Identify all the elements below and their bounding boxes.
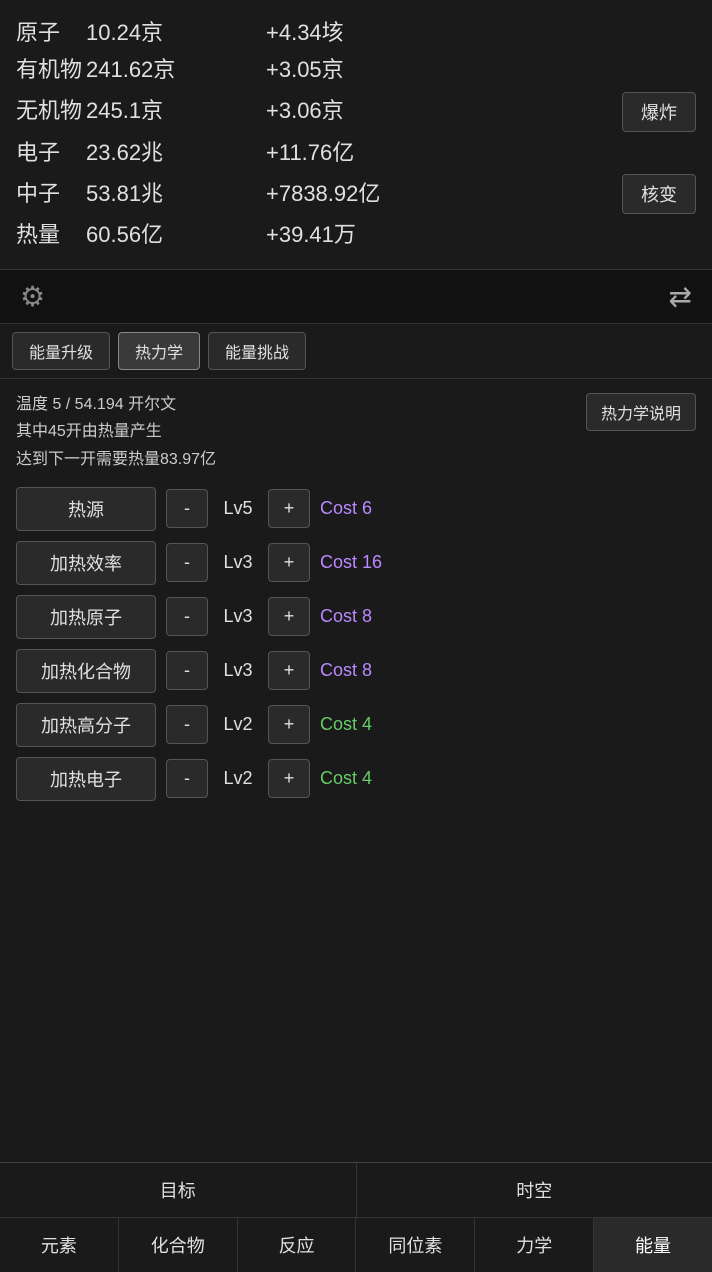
bottom-nav-row2: 元素化合物反应同位素力学能量 <box>0 1218 712 1272</box>
upgrade-name-btn-3[interactable]: 加热化合物 <box>16 649 156 693</box>
upgrade-level-1: Lv3 <box>218 552 258 573</box>
stats-rate-4: +7838.92亿 <box>266 179 426 210</box>
upgrade-level-3: Lv3 <box>218 660 258 681</box>
upgrade-name-btn-0[interactable]: 热源 <box>16 487 156 531</box>
stats-rate-5: +39.41万 <box>266 220 426 251</box>
upgrade-plus-btn-0[interactable]: + <box>268 489 310 528</box>
stats-label-0: 原子 <box>16 18 86 49</box>
temp-text: 温度 5 / 54.194 开尔文 其中45开由热量产生 达到下一开需要热量83… <box>16 391 586 473</box>
upgrade-list: 热源-Lv5+Cost 6加热效率-Lv3+Cost 16加热原子-Lv3+Co… <box>16 487 696 801</box>
stats-section: 原子10.24京+4.34垓有机物241.62京+3.05京无机物245.1京+… <box>0 0 712 269</box>
tab-1[interactable]: 热力学 <box>118 332 200 370</box>
upgrade-plus-btn-5[interactable]: + <box>268 759 310 798</box>
stats-rate-0: +4.34垓 <box>266 18 426 49</box>
stats-btn-核变[interactable]: 核变 <box>622 174 696 214</box>
stats-label-5: 热量 <box>16 220 86 251</box>
tab-bar: 能量升级热力学能量挑战 <box>0 324 712 379</box>
stats-label-4: 中子 <box>16 179 86 210</box>
explain-button[interactable]: 热力学说明 <box>586 393 696 431</box>
bottom-nav2-btn-3[interactable]: 同位素 <box>356 1218 475 1272</box>
upgrade-row-5: 加热电子-Lv2 + Cost 4 <box>16 757 696 801</box>
stats-row-1: 有机物241.62京+3.05京 <box>16 55 696 86</box>
upgrade-minus-btn-5[interactable]: - <box>166 759 208 798</box>
upgrade-plus-btn-3[interactable]: + <box>268 651 310 690</box>
bottom-nav1-btn-1[interactable]: 时空 <box>357 1163 712 1217</box>
stats-rate-2: +3.06京 <box>266 96 426 127</box>
upgrade-minus-btn-4[interactable]: - <box>166 705 208 744</box>
stats-row-5: 热量60.56亿+39.41万 <box>16 220 696 251</box>
upgrade-cost-1: Cost 16 <box>320 552 382 573</box>
stats-row-0: 原子10.24京+4.34垓 <box>16 18 696 49</box>
stats-rate-1: +3.05京 <box>266 55 426 86</box>
stats-value-2: 245.1京 <box>86 96 266 127</box>
upgrade-row-0: 热源-Lv5 + Cost 6 <box>16 487 696 531</box>
stats-label-1: 有机物 <box>16 55 86 86</box>
content-area: 温度 5 / 54.194 开尔文 其中45开由热量产生 达到下一开需要热量83… <box>0 379 712 813</box>
bottom-nav2-btn-0[interactable]: 元素 <box>0 1218 119 1272</box>
upgrade-minus-btn-3[interactable]: - <box>166 651 208 690</box>
stats-value-4: 53.81兆 <box>86 179 266 210</box>
stats-label-3: 电子 <box>16 138 86 169</box>
temp-line1: 温度 5 / 54.194 开尔文 <box>16 391 586 418</box>
temp-line3: 达到下一开需要热量83.97亿 <box>16 446 586 473</box>
upgrade-level-5: Lv2 <box>218 768 258 789</box>
upgrade-cost-2: Cost 8 <box>320 606 372 627</box>
stats-value-3: 23.62兆 <box>86 138 266 169</box>
stats-btn-爆炸[interactable]: 爆炸 <box>622 92 696 132</box>
upgrade-level-2: Lv3 <box>218 606 258 627</box>
stats-rate-3: +11.76亿 <box>266 138 426 169</box>
stats-label-2: 无机物 <box>16 96 86 127</box>
shuffle-icon[interactable]: ⇄ <box>669 280 692 313</box>
temp-line2: 其中45开由热量产生 <box>16 418 586 445</box>
stats-row-2: 无机物245.1京+3.06京 爆炸 <box>16 92 696 132</box>
bottom-nav2-btn-1[interactable]: 化合物 <box>119 1218 238 1272</box>
icon-bar: ⚙ ⇄ <box>0 269 712 324</box>
bottom-nav-row1: 目标时空 <box>0 1163 712 1218</box>
upgrade-plus-btn-2[interactable]: + <box>268 597 310 636</box>
upgrade-name-btn-4[interactable]: 加热高分子 <box>16 703 156 747</box>
upgrade-name-btn-5[interactable]: 加热电子 <box>16 757 156 801</box>
upgrade-level-4: Lv2 <box>218 714 258 735</box>
upgrade-cost-5: Cost 4 <box>320 768 372 789</box>
stats-value-1: 241.62京 <box>86 55 266 86</box>
bottom-nav2-btn-5[interactable]: 能量 <box>594 1218 712 1272</box>
upgrade-minus-btn-2[interactable]: - <box>166 597 208 636</box>
upgrade-plus-btn-1[interactable]: + <box>268 543 310 582</box>
upgrade-name-btn-2[interactable]: 加热原子 <box>16 595 156 639</box>
stats-row-3: 电子23.62兆+11.76亿 <box>16 138 696 169</box>
tab-0[interactable]: 能量升级 <box>12 332 110 370</box>
upgrade-cost-4: Cost 4 <box>320 714 372 735</box>
stats-value-5: 60.56亿 <box>86 220 266 251</box>
gear-icon[interactable]: ⚙ <box>20 280 45 313</box>
upgrade-level-0: Lv5 <box>218 498 258 519</box>
stats-value-0: 10.24京 <box>86 18 266 49</box>
upgrade-name-btn-1[interactable]: 加热效率 <box>16 541 156 585</box>
bottom-nav1-btn-0[interactable]: 目标 <box>0 1163 357 1217</box>
temp-info-row: 温度 5 / 54.194 开尔文 其中45开由热量产生 达到下一开需要热量83… <box>16 391 696 473</box>
upgrade-row-2: 加热原子-Lv3 + Cost 8 <box>16 595 696 639</box>
bottom-nav: 目标时空 元素化合物反应同位素力学能量 <box>0 1162 712 1272</box>
upgrade-minus-btn-0[interactable]: - <box>166 489 208 528</box>
tab-2[interactable]: 能量挑战 <box>208 332 306 370</box>
upgrade-row-3: 加热化合物-Lv3 + Cost 8 <box>16 649 696 693</box>
upgrade-row-1: 加热效率-Lv3 + Cost 16 <box>16 541 696 585</box>
bottom-nav2-btn-2[interactable]: 反应 <box>238 1218 357 1272</box>
upgrade-plus-btn-4[interactable]: + <box>268 705 310 744</box>
bottom-nav2-btn-4[interactable]: 力学 <box>475 1218 594 1272</box>
upgrade-row-4: 加热高分子-Lv2 + Cost 4 <box>16 703 696 747</box>
stats-row-4: 中子53.81兆+7838.92亿 核变 <box>16 174 696 214</box>
upgrade-cost-0: Cost 6 <box>320 498 372 519</box>
upgrade-cost-3: Cost 8 <box>320 660 372 681</box>
upgrade-minus-btn-1[interactable]: - <box>166 543 208 582</box>
